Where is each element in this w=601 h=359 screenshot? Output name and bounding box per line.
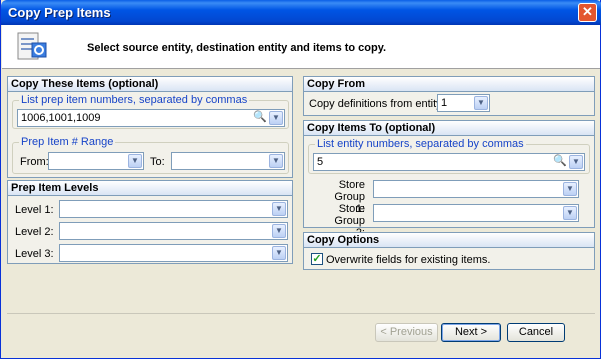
copy-from-entity-value: 1 <box>441 97 448 109</box>
chevron-down-icon[interactable]: ▼ <box>272 246 286 260</box>
copy-from-entity-select[interactable]: 1 ▼ <box>437 94 490 112</box>
entity-list-input[interactable]: 5 🔍 ▼ <box>313 153 585 171</box>
chevron-down-icon[interactable]: ▼ <box>563 182 577 196</box>
cancel-button[interactable]: Cancel <box>507 323 565 342</box>
store-group2-label-a: Store Group <box>334 203 365 227</box>
chevron-down-icon[interactable]: ▼ <box>269 111 283 125</box>
list-items-group-label: List prep item numbers, separated by com… <box>19 94 250 106</box>
next-button[interactable]: Next > <box>441 323 501 342</box>
level1-select[interactable]: ▼ <box>59 200 288 218</box>
from-label: From: <box>20 156 49 168</box>
range-group-label: Prep Item # Range <box>19 136 116 148</box>
chevron-down-icon[interactable]: ▼ <box>269 154 283 168</box>
prep-item-list-input[interactable]: 1006,1001,1009 🔍 ▼ <box>17 109 285 127</box>
footer-divider <box>7 313 595 314</box>
copy-items-title: Copy These Items (optional) <box>8 77 292 92</box>
copy-to-pane: Copy Items To (optional) List entity num… <box>303 120 595 239</box>
window-title: Copy Prep Items <box>8 5 111 20</box>
title-bar: Copy Prep Items ✕ <box>1 0 601 25</box>
chevron-down-icon[interactable]: ▼ <box>272 224 286 238</box>
level3-select[interactable]: ▼ <box>59 244 288 262</box>
chevron-down-icon[interactable]: ▼ <box>569 155 583 169</box>
search-icon[interactable]: 🔍 <box>553 155 567 169</box>
entity-list-group-label: List entity numbers, separated by commas <box>315 138 526 150</box>
chevron-down-icon[interactable]: ▼ <box>272 202 286 216</box>
overwrite-label[interactable]: Overwrite fields for existing items. <box>326 254 490 266</box>
dialog-window: Copy Prep Items ✕ Select source entity, … <box>0 0 601 359</box>
level2-label: Level 2: <box>15 226 54 238</box>
store-group1-select[interactable]: ▼ <box>373 180 579 198</box>
level2-select[interactable]: ▼ <box>59 222 288 240</box>
copy-to-title: Copy Items To (optional) <box>304 121 594 136</box>
copy-from-label: Copy definitions from entity # <box>309 98 451 110</box>
copy-from-pane: Copy From Copy definitions from entity #… <box>303 76 595 116</box>
entity-list-group: List entity numbers, separated by commas… <box>308 138 590 174</box>
copy-items-pane: Copy These Items (optional) List prep it… <box>7 76 293 178</box>
search-icon[interactable]: 🔍 <box>253 111 267 125</box>
range-group: Prep Item # Range From: ▼ To: ▼ <box>12 136 289 174</box>
levels-title: Prep Item Levels <box>8 181 292 196</box>
entity-list-value: 5 <box>317 156 324 168</box>
close-icon[interactable]: ✕ <box>578 3 597 22</box>
prep-item-list-value: 1006,1001,1009 <box>21 112 101 124</box>
list-items-group: List prep item numbers, separated by com… <box>12 94 289 129</box>
overwrite-checkbox[interactable]: ✓ <box>311 253 323 265</box>
from-select[interactable]: ▼ <box>48 152 144 170</box>
settings-document-icon <box>17 32 47 60</box>
store-group2-select[interactable]: ▼ <box>373 204 579 222</box>
chevron-down-icon[interactable]: ▼ <box>128 154 142 168</box>
store-group1-label-a: Store Group <box>334 179 365 203</box>
previous-button[interactable]: < Previous <box>375 323 438 342</box>
copy-options-title: Copy Options <box>304 233 594 248</box>
level3-label: Level 3: <box>15 248 54 260</box>
copy-from-title: Copy From <box>304 77 594 92</box>
to-label: To: <box>150 156 165 168</box>
levels-pane: Prep Item Levels Level 1: ▼ Level 2: ▼ L… <box>7 180 293 264</box>
header-instruction: Select source entity, destination entity… <box>87 42 387 54</box>
to-select[interactable]: ▼ <box>171 152 285 170</box>
chevron-down-icon[interactable]: ▼ <box>563 206 577 220</box>
copy-options-pane: Copy Options ✓ Overwrite fields for exis… <box>303 232 595 270</box>
chevron-down-icon[interactable]: ▼ <box>474 96 488 110</box>
level1-label: Level 1: <box>15 204 54 216</box>
header-banner: Select source entity, destination entity… <box>2 25 600 69</box>
